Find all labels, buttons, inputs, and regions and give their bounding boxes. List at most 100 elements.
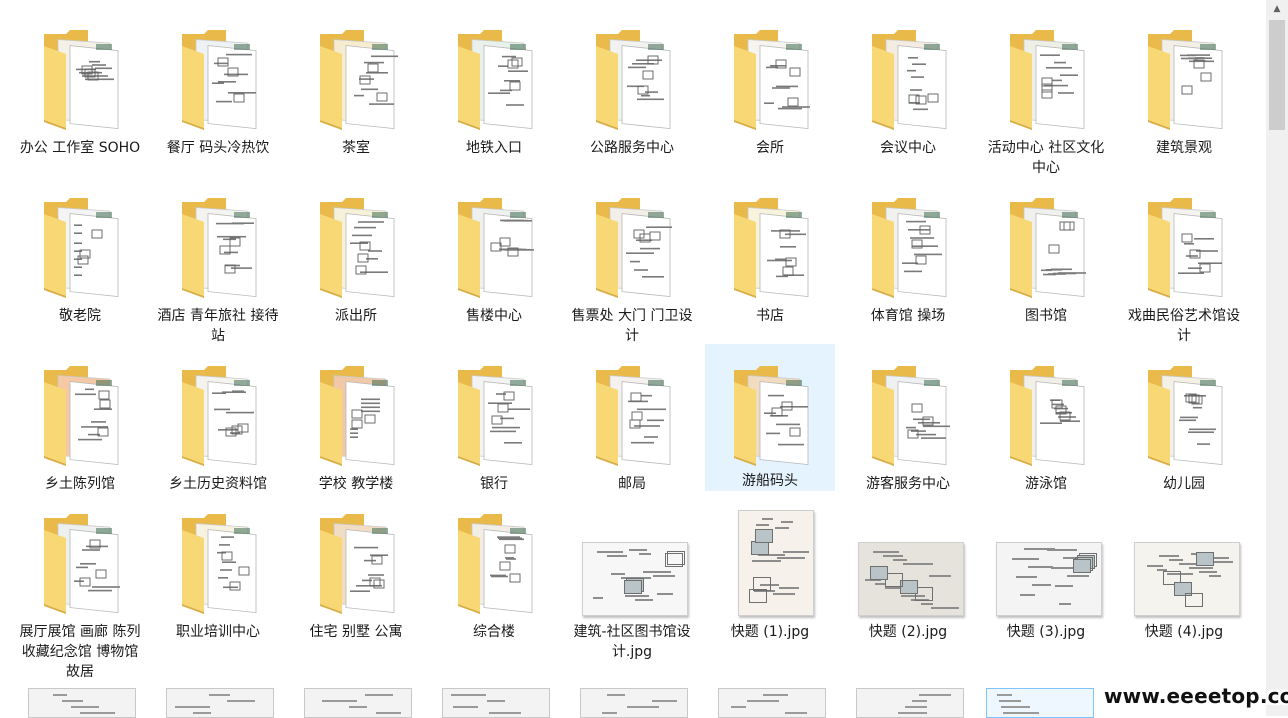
folder-item[interactable]: 乡土历史资料馆 [153,344,283,494]
drawing-line [322,700,357,702]
folder-item[interactable]: 幼儿园 [1119,344,1249,494]
drawing-line [635,599,653,601]
drawing-line [997,694,1012,696]
folder-icon [182,198,257,298]
folder-label: 游船码头 [742,473,798,489]
folder-label: 学校 教学楼 [318,476,394,492]
image-file-item[interactable]: 快题 (1).jpg [705,492,835,642]
drawing-block [751,541,769,555]
folder-item[interactable]: 游船码头 [705,344,835,491]
folder-item[interactable]: 图书馆 [981,176,1111,326]
partial-image-thumbnail[interactable] [580,688,688,718]
folder-item[interactable]: 戏曲民俗艺术馆设计 [1119,176,1249,346]
scroll-up-chevron-up-icon[interactable]: ▲ [1266,0,1288,18]
folder-thumbnail [588,356,676,466]
folder-icon [734,30,810,130]
drawing-block [665,553,683,567]
folder-thumbnail [450,504,538,614]
partial-image-thumbnail[interactable] [442,688,550,718]
drawing-line [453,706,478,708]
folder-item[interactable]: 餐厅 码头冷热饮 [153,8,283,158]
folder-item[interactable]: 邮局 [567,344,697,494]
folder-item[interactable]: 游客服务中心 [843,344,973,494]
folder-label: 幼儿园 [1163,476,1205,492]
folder-icon [182,366,257,466]
folder-icon [458,514,533,614]
scrollbar-thumb[interactable] [1269,20,1285,130]
drawing-block [870,566,888,580]
folder-item[interactable]: 体育馆 操场 [843,176,973,326]
drawing-line [1211,561,1233,563]
folder-item[interactable]: 职业培训中心 [153,492,283,642]
vertical-scrollbar[interactable]: ▲ [1266,0,1288,716]
drawing-line [657,593,673,595]
folder-icon [1010,198,1086,298]
partial-image-thumbnail[interactable] [28,688,136,718]
drawing-line [779,587,799,589]
folder-thumbnail [864,20,952,130]
folder-icon [458,198,534,298]
folder-item[interactable]: 银行 [429,344,559,494]
image-file-item[interactable]: 快题 (2).jpg [843,492,973,642]
folder-item[interactable]: 派出所 [291,176,421,326]
folder-icon [44,30,119,130]
drawing-line [1147,565,1163,567]
drawing-line [1012,558,1039,560]
folder-item[interactable]: 售票处 大门 门卫设计 [567,176,697,346]
drawing-line [71,706,99,708]
image-preview [738,510,814,616]
folder-item[interactable]: 游泳馆 [981,344,1111,494]
folder-item[interactable]: 活动中心 社区文化中心 [981,8,1111,178]
drawing-line [1001,706,1030,708]
drawing-line [365,694,393,696]
folder-item[interactable]: 办公 工作室 SOHO [15,8,145,158]
image-file-item[interactable]: 快题 (3).jpg [981,492,1111,642]
folder-thumbnail [36,504,124,614]
partial-image-thumbnail[interactable] [718,688,826,718]
folder-thumbnail [312,20,400,130]
watermark-text: www.eeeetop.com [1104,684,1288,708]
image-file-item[interactable]: 快题 (4).jpg [1119,492,1249,642]
drawing-line [1028,566,1053,568]
folder-label: 邮局 [618,476,646,492]
folder-item[interactable]: 建筑景观 [1119,8,1249,158]
drawing-line [763,694,788,696]
drawing-line [785,712,807,714]
folder-item[interactable]: 酒店 青年旅社 接待站 [153,176,283,346]
folder-item[interactable]: 会议中心 [843,8,973,158]
folder-item[interactable]: 敬老院 [15,176,145,326]
folder-item[interactable]: 地铁入口 [429,8,559,158]
folder-item[interactable]: 会所 [705,8,835,158]
folder-icon [320,198,395,298]
partial-image-thumbnail[interactable] [304,688,412,718]
folder-icon [320,514,395,614]
folder-item[interactable]: 公路服务中心 [567,8,697,158]
folder-item[interactable]: 书店 [705,176,835,326]
folder-label: 银行 [480,476,508,492]
folder-icon [596,198,672,298]
partial-image-thumbnail[interactable] [986,688,1094,718]
partial-image-thumbnail[interactable] [856,688,964,718]
folder-item[interactable]: 综合楼 [429,492,559,642]
folder-item[interactable]: 乡土陈列馆 [15,344,145,494]
folder-item[interactable]: 展厅展馆 画廊 陈列收藏纪念馆 博物馆 故居 [15,492,145,682]
image-file-item[interactable]: 建筑-社区图书馆设计.jpg [567,492,697,662]
drawing-line [193,712,211,714]
folder-item[interactable]: 住宅 别墅 公寓 [291,492,421,642]
partial-image-thumbnail[interactable] [166,688,274,718]
image-preview [1134,542,1240,616]
folder-thumbnail [312,504,400,614]
drawing-line [1159,555,1179,557]
drawing-line [489,712,521,714]
drawing-line [883,555,903,557]
folder-item[interactable]: 售楼中心 [429,176,559,326]
folder-label: 办公 工作室 SOHO [19,140,141,156]
drawing-block [755,529,773,543]
folder-thumbnail [36,188,124,298]
folder-icon [734,366,809,466]
folder-item[interactable]: 茶室 [291,8,421,158]
drawing-line [607,555,627,557]
folder-item[interactable]: 学校 教学楼 [291,344,421,494]
image-file-label: 建筑-社区图书馆设计.jpg [573,624,691,660]
drawing-line [602,712,617,714]
